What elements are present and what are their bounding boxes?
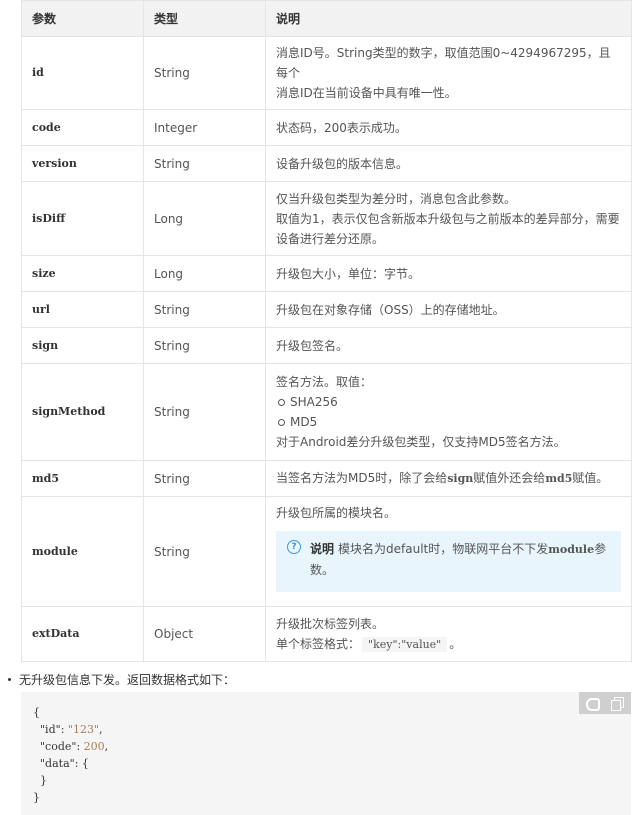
param-type: Integer: [143, 109, 266, 146]
desc-line: 状态码，200表示成功。: [276, 120, 407, 135]
desc-text: 赋值。: [572, 471, 609, 485]
desc-text: 当签名方法为MD5时，除了会给: [276, 471, 448, 485]
param-name: isDiff: [21, 181, 144, 256]
note-text: 模块名为default时，物联网平台不下发: [338, 542, 549, 556]
param-name: extData: [21, 606, 144, 662]
desc-line: 升级批次标签列表。: [276, 616, 385, 631]
table-row: version String 设备升级包的版本信息。: [21, 145, 632, 182]
param-type: String: [143, 36, 266, 110]
desc-line: 升级包所属的模块名。: [276, 506, 397, 520]
code-toolbar: [579, 692, 631, 714]
desc-line: 消息ID在当前设备中具有唯一性。: [276, 86, 457, 100]
param-desc: 签名方法。取值： SHA256 MD5 对于Android差分升级包类型，仅支持…: [265, 363, 632, 461]
param-type: String: [143, 496, 266, 607]
format-end: 。: [449, 636, 462, 651]
param-type: Long: [143, 255, 266, 292]
format-label: 单个标签格式：: [276, 636, 361, 651]
desc-line: 消息ID号。String类型的数字，取值范围0~4294967295，且每个: [276, 46, 611, 80]
param-desc: 当签名方法为MD5时，除了会给sign赋值外还会给md5赋值。: [265, 460, 632, 497]
code-block: { "id": "123", "code": 200, "data": { } …: [21, 692, 631, 815]
table-row: isDiff Long 仅当升级包类型为差分时，消息包含此参数。 取值为1，表示…: [21, 181, 632, 256]
desc-line: 升级包大小，单位：字节。: [276, 266, 421, 281]
param-type: String: [143, 460, 266, 497]
param-name: sign: [21, 327, 144, 364]
desc-line: 仅当升级包类型为差分时，消息包含此参数。: [276, 191, 517, 206]
desc-line: 取值为1，表示仅包含新版本升级包与之前版本的差异部分，需要: [276, 211, 620, 226]
param-name: id: [21, 36, 144, 110]
param-desc: 升级包签名。: [265, 327, 632, 364]
bullet-item: 无升级包信息下发。返回数据格式如下：: [6, 670, 626, 690]
sign-method-options: SHA256 MD5: [276, 392, 621, 432]
note-text: 参: [594, 542, 607, 556]
list-item: MD5: [278, 412, 621, 432]
wrap-toggle-icon[interactable]: [585, 697, 600, 711]
desc-line: 对于Android差分升级包类型，仅支持MD5签名方法。: [276, 435, 566, 449]
code-token: "code": [40, 740, 77, 753]
code-token: 200: [83, 740, 105, 753]
param-desc: 升级包大小，单位：字节。: [265, 255, 632, 292]
code-token: "123": [67, 723, 100, 736]
param-name: version: [21, 145, 144, 182]
note-text: 数。: [310, 563, 335, 577]
param-name: code: [21, 109, 144, 146]
table-header-row: 参数 类型 说明: [21, 0, 632, 37]
table-row: size Long 升级包大小，单位：字节。: [21, 255, 632, 292]
param-desc: 升级批次标签列表。 单个标签格式： "key":"value"。: [265, 606, 632, 662]
desc-line: 升级包在对象存储（OSS）上的存储地址。: [276, 302, 505, 317]
col-header-type: 类型: [143, 0, 266, 37]
bullet-dot-icon: [8, 678, 11, 681]
param-desc: 消息ID号。String类型的数字，取值范围0~4294967295，且每个 消…: [265, 36, 632, 110]
param-desc: 仅当升级包类型为差分时，消息包含此参数。 取值为1，表示仅包含新版本升级包与之前…: [265, 181, 632, 256]
param-type: Long: [143, 181, 266, 256]
desc-text: 赋值外还会给: [473, 471, 546, 485]
table-row: extData Object 升级批次标签列表。 单个标签格式： "key":"v…: [21, 606, 632, 662]
param-desc: 升级包所属的模块名。 ? 说明 模块名为default时，物联网平台不下发modu…: [265, 496, 632, 607]
table-row: id String 消息ID号。String类型的数字，取值范围0~429496…: [21, 36, 632, 110]
list-item: SHA256: [278, 392, 621, 412]
desc-line: 单个标签格式： "key":"value"。: [276, 634, 621, 655]
param-desc: 设备升级包的版本信息。: [265, 145, 632, 182]
code-token: "id": [40, 723, 61, 736]
param-desc: 升级包在对象存储（OSS）上的存储地址。: [265, 291, 632, 328]
param-name: url: [21, 291, 144, 328]
note-box: ? 说明 模块名为default时，物联网平台不下发module参 数。: [276, 531, 621, 592]
copy-icon[interactable]: [611, 697, 625, 711]
desc-line: 设备进行差分还原。: [276, 231, 385, 246]
inline-code: "key":"value": [362, 636, 448, 652]
param-type: String: [143, 145, 266, 182]
table-row: module String 升级包所属的模块名。 ? 说明 模块名为default…: [21, 496, 632, 607]
col-header-desc: 说明: [265, 0, 632, 37]
inline-code: module: [548, 543, 595, 556]
code-token: "data": [40, 757, 75, 770]
param-type: String: [143, 363, 266, 461]
table-row: md5 String 当签名方法为MD5时，除了会给sign赋值外还会给md5赋…: [21, 460, 632, 497]
params-table: 参数 类型 说明 id String 消息ID号。String类型的数字，取值范…: [21, 0, 632, 662]
param-type: String: [143, 291, 266, 328]
param-name: module: [21, 496, 144, 607]
desc-line: 设备升级包的版本信息。: [276, 156, 409, 171]
inline-code: md5: [545, 472, 573, 485]
table-row: code Integer 状态码，200表示成功。: [21, 109, 632, 146]
param-type: Object: [143, 606, 266, 662]
param-desc: 状态码，200表示成功。: [265, 109, 632, 146]
table-row: sign String 升级包签名。: [21, 327, 632, 364]
param-name: signMethod: [21, 363, 144, 461]
param-name: md5: [21, 460, 144, 497]
desc-line: 升级包签名。: [276, 338, 349, 353]
param-type: String: [143, 327, 266, 364]
desc-line: 签名方法。取值：: [276, 375, 373, 389]
param-name: size: [21, 255, 144, 292]
code-line: {: [33, 706, 40, 719]
table-row: url String 升级包在对象存储（OSS）上的存储地址。: [21, 291, 632, 328]
table-row: signMethod String 签名方法。取值： SHA256 MD5 对于…: [21, 363, 632, 461]
help-icon: ?: [287, 540, 301, 554]
note-label: 说明: [310, 542, 335, 556]
inline-code: sign: [447, 472, 474, 485]
code-content: { "id": "123", "code": 200, "data": { } …: [33, 706, 109, 804]
bullet-text: 无升级包信息下发。返回数据格式如下：: [19, 673, 236, 687]
col-header-param: 参数: [21, 0, 144, 37]
